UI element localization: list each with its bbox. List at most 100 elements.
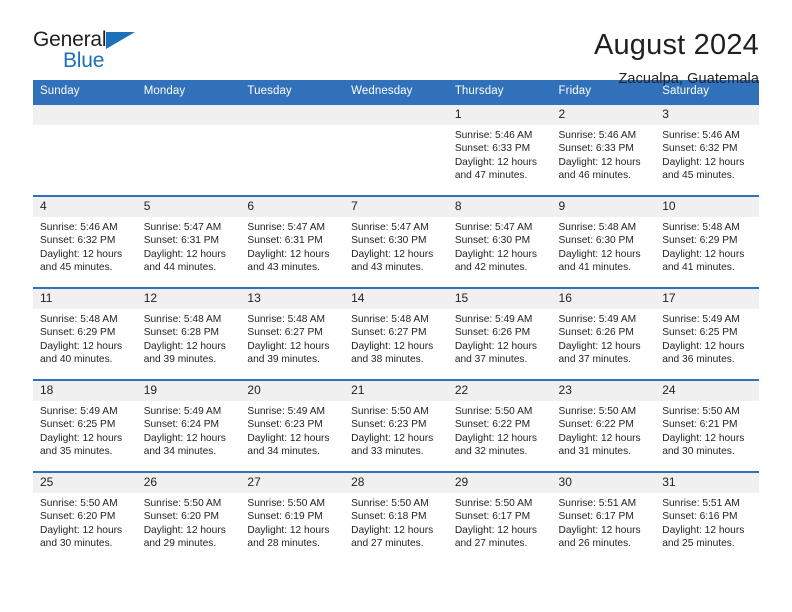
calendar-day-cell[interactable]: 29 Sunrise: 5:50 AM Sunset: 6:17 PM Dayligh… — [447, 471, 552, 563]
calendar-day-cell[interactable]: 5 Sunrise: 5:47 AM Sunset: 6:31 PM Daylight… — [136, 195, 241, 288]
calendar-day-cell[interactable]: 31 Sunrise: 5:51 AM Sunset: 6:16 PM Dayligh… — [655, 471, 759, 563]
sunrise-text: Sunrise: 5:50 AM — [351, 406, 429, 417]
daylight-1-text: Daylight: 12 hours — [662, 248, 745, 260]
calendar-day-cell[interactable]: 27 Sunrise: 5:50 AM Sunset: 6:19 PM Dayligh… — [240, 471, 345, 563]
calendar-day-cell[interactable]: 13 Sunrise: 5:48 AM Sunset: 6:27 PM Dayligh… — [240, 287, 345, 380]
sunset-text: Sunset: 6:23 PM — [351, 419, 427, 431]
daylight-2-text: and 31 minutes. — [558, 445, 632, 457]
sun-info: Sunrise: 5:49 AM Sunset: 6:25 PM Daylight:… — [33, 401, 137, 458]
daylight-2-text: and 45 minutes. — [662, 169, 735, 181]
sunrise-text: Sunrise: 5:50 AM — [143, 498, 222, 509]
weekday-header-monday: Monday — [136, 80, 241, 104]
sunset-text: Sunset: 6:26 PM — [558, 327, 634, 339]
calendar-day-cell[interactable]: 19 Sunrise: 5:49 AM Sunset: 6:24 PM Dayligh… — [136, 379, 241, 472]
daylight-1-text: Daylight: 12 hours — [143, 340, 226, 352]
calendar-day-cell-empty — [33, 103, 137, 196]
day-number: 28 — [344, 473, 448, 493]
sunrise-text: Sunrise: 5:49 AM — [247, 406, 325, 417]
calendar-day-cell[interactable]: 16 Sunrise: 5:49 AM Sunset: 6:26 PM Dayligh… — [551, 287, 656, 380]
daylight-1-text: Daylight: 12 hours — [662, 432, 745, 444]
day-number: 21 — [344, 381, 448, 401]
calendar-day-cell[interactable]: 14 Sunrise: 5:48 AM Sunset: 6:27 PM Dayligh… — [344, 287, 448, 380]
calendar-day-cell[interactable]: 21 Sunrise: 5:50 AM Sunset: 6:23 PM Dayligh… — [344, 379, 448, 472]
daylight-1-text: Daylight: 12 hours — [558, 248, 641, 260]
sun-info: Sunrise: 5:51 AM Sunset: 6:16 PM Daylight:… — [655, 493, 759, 550]
calendar-day-cell[interactable]: 25 Sunrise: 5:50 AM Sunset: 6:20 PM Dayligh… — [33, 471, 137, 563]
sunset-text: Sunset: 6:17 PM — [454, 511, 531, 523]
calendar-day-cell[interactable]: 18 Sunrise: 5:49 AM Sunset: 6:25 PM Dayligh… — [33, 379, 137, 472]
daylight-1-text: Daylight: 12 hours — [351, 432, 434, 444]
day-number: 20 — [240, 381, 345, 401]
sunset-text: Sunset: 6:26 PM — [454, 327, 531, 339]
month-calendar: Sunday Monday Tuesday Wednesday Thursday… — [33, 80, 759, 563]
sunset-text: Sunset: 6:24 PM — [143, 419, 220, 431]
sun-info: Sunrise: 5:46 AM Sunset: 6:32 PM Daylight:… — [33, 217, 137, 274]
sunrise-text: Sunrise: 5:49 AM — [558, 314, 637, 325]
calendar-day-cell[interactable]: 9 Sunrise: 5:48 AM Sunset: 6:30 PM Daylight… — [551, 195, 656, 288]
sun-info: Sunrise: 5:48 AM Sunset: 6:27 PM Daylight:… — [240, 309, 344, 366]
sun-info: Sunrise: 5:50 AM Sunset: 6:21 PM Daylight:… — [655, 401, 759, 458]
calendar-day-cell[interactable]: 20 Sunrise: 5:49 AM Sunset: 6:23 PM Dayligh… — [240, 379, 345, 472]
sunset-text: Sunset: 6:27 PM — [247, 327, 323, 339]
sunrise-text: Sunrise: 5:49 AM — [40, 406, 118, 417]
calendar-day-cell[interactable]: 4 Sunrise: 5:46 AM Sunset: 6:32 PM Daylight… — [33, 195, 137, 288]
sunrise-text: Sunrise: 5:47 AM — [143, 222, 222, 233]
day-number: 22 — [447, 381, 552, 401]
sun-info: Sunrise: 5:50 AM Sunset: 6:20 PM Daylight:… — [33, 493, 137, 550]
daylight-1-text: Daylight: 12 hours — [351, 524, 434, 536]
daylight-1-text: Daylight: 12 hours — [558, 156, 641, 168]
sunset-text: Sunset: 6:32 PM — [662, 143, 738, 155]
day-number: 8 — [447, 197, 552, 217]
calendar-day-cell[interactable]: 26 Sunrise: 5:50 AM Sunset: 6:20 PM Dayligh… — [136, 471, 241, 563]
sun-info: Sunrise: 5:48 AM Sunset: 6:27 PM Daylight:… — [344, 309, 448, 366]
calendar-day-cell[interactable]: 10 Sunrise: 5:48 AM Sunset: 6:29 PM Dayligh… — [655, 195, 759, 288]
calendar-day-cell[interactable]: 6 Sunrise: 5:47 AM Sunset: 6:31 PM Daylight… — [240, 195, 345, 288]
calendar-day-cell[interactable]: 22 Sunrise: 5:50 AM Sunset: 6:22 PM Dayligh… — [447, 379, 552, 472]
calendar-day-cell[interactable]: 30 Sunrise: 5:51 AM Sunset: 6:17 PM Dayligh… — [551, 471, 656, 563]
sunset-text: Sunset: 6:22 PM — [558, 419, 634, 431]
daylight-1-text: Daylight: 12 hours — [351, 340, 434, 352]
sun-info: Sunrise: 5:50 AM Sunset: 6:20 PM Daylight:… — [137, 493, 241, 550]
sunset-text: Sunset: 6:29 PM — [662, 235, 738, 247]
day-number: 6 — [240, 197, 345, 217]
title-block: August 2024 Zacualpa, Guatemala — [594, 28, 759, 87]
calendar-day-cell[interactable]: 1 Sunrise: 5:46 AM Sunset: 6:33 PM Daylight… — [447, 103, 552, 196]
sunrise-text: Sunrise: 5:47 AM — [351, 222, 429, 233]
calendar-day-cell[interactable]: 7 Sunrise: 5:47 AM Sunset: 6:30 PM Daylight… — [344, 195, 448, 288]
calendar-day-cell[interactable]: 2 Sunrise: 5:46 AM Sunset: 6:33 PM Daylight… — [551, 103, 656, 196]
calendar-day-cell-empty — [344, 103, 448, 196]
sunrise-text: Sunrise: 5:51 AM — [558, 498, 637, 509]
daylight-2-text: and 34 minutes. — [247, 445, 320, 457]
general-blue-logo[interactable]: General Blue — [33, 28, 163, 80]
calendar-day-cell[interactable]: 17 Sunrise: 5:49 AM Sunset: 6:25 PM Dayligh… — [655, 287, 759, 380]
daylight-1-text: Daylight: 12 hours — [454, 340, 537, 352]
daylight-2-text: and 41 minutes. — [558, 261, 632, 273]
daylight-2-text: and 44 minutes. — [143, 261, 217, 273]
daylight-2-text: and 26 minutes. — [558, 537, 632, 549]
day-number: 23 — [551, 381, 656, 401]
day-number: 16 — [551, 289, 656, 309]
calendar-day-cell[interactable]: 8 Sunrise: 5:47 AM Sunset: 6:30 PM Daylight… — [447, 195, 552, 288]
daylight-2-text: and 40 minutes. — [40, 353, 113, 365]
calendar-day-cell[interactable]: 28 Sunrise: 5:50 AM Sunset: 6:18 PM Dayligh… — [344, 471, 448, 563]
daylight-2-text: and 39 minutes. — [247, 353, 320, 365]
daylight-1-text: Daylight: 12 hours — [247, 340, 330, 352]
sun-info: Sunrise: 5:48 AM Sunset: 6:29 PM Daylight:… — [33, 309, 137, 366]
daylight-2-text: and 34 minutes. — [143, 445, 217, 457]
sunset-text: Sunset: 6:31 PM — [247, 235, 323, 247]
sunrise-text: Sunrise: 5:51 AM — [662, 498, 740, 509]
calendar-day-cell[interactable]: 11 Sunrise: 5:48 AM Sunset: 6:29 PM Dayligh… — [33, 287, 137, 380]
calendar-body: 1 Sunrise: 5:46 AM Sunset: 6:33 PM Daylight… — [33, 103, 759, 563]
weekday-header-wednesday: Wednesday — [344, 80, 448, 104]
daylight-1-text: Daylight: 12 hours — [247, 524, 330, 536]
daylight-1-text: Daylight: 12 hours — [40, 524, 123, 536]
calendar-day-cell[interactable]: 23 Sunrise: 5:50 AM Sunset: 6:22 PM Dayligh… — [551, 379, 656, 472]
calendar-day-cell[interactable]: 3 Sunrise: 5:46 AM Sunset: 6:32 PM Daylight… — [655, 103, 759, 196]
sun-info: Sunrise: 5:50 AM Sunset: 6:18 PM Daylight:… — [344, 493, 448, 550]
calendar-day-cell[interactable]: 12 Sunrise: 5:48 AM Sunset: 6:28 PM Dayligh… — [136, 287, 241, 380]
calendar-day-cell[interactable]: 24 Sunrise: 5:50 AM Sunset: 6:21 PM Dayligh… — [655, 379, 759, 472]
calendar-day-cell[interactable]: 15 Sunrise: 5:49 AM Sunset: 6:26 PM Dayligh… — [447, 287, 552, 380]
sun-info: Sunrise: 5:48 AM Sunset: 6:28 PM Daylight:… — [137, 309, 241, 366]
day-number: 3 — [655, 105, 759, 125]
page-title: August 2024 — [593, 29, 759, 61]
